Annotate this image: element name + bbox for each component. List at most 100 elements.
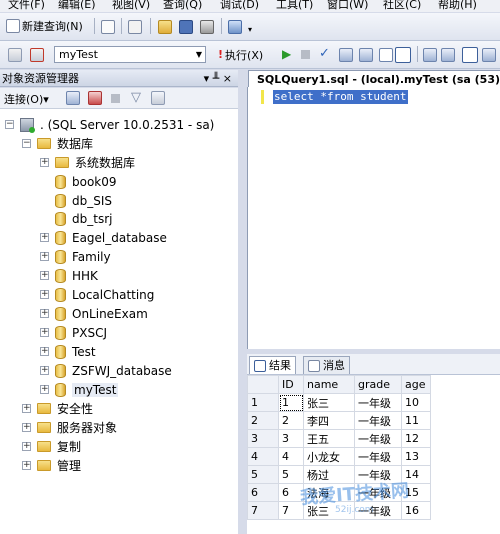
tree-node-replication[interactable]: + 复制 xyxy=(22,437,81,456)
table-row[interactable]: 1 1 张三 一年级 10 xyxy=(247,393,431,412)
tree-node-management[interactable]: + 管理 xyxy=(22,456,81,475)
collapse-icon[interactable]: − xyxy=(5,120,14,129)
expand-icon[interactable]: + xyxy=(22,442,31,451)
tab-sqlquery1[interactable]: SQLQuery1.sql - (local).myTest (sa (53))… xyxy=(248,70,500,88)
row-number[interactable]: 4 xyxy=(247,447,279,466)
row-number[interactable]: 6 xyxy=(247,483,279,502)
expand-icon[interactable]: + xyxy=(22,404,31,413)
connect-dropdown[interactable]: 连接(O)▾ xyxy=(4,91,49,107)
menu-tools[interactable]: 工具(T) xyxy=(276,0,313,12)
row-number[interactable]: 7 xyxy=(247,501,279,520)
activity-monitor-icon[interactable] xyxy=(228,20,242,34)
connect-icon[interactable] xyxy=(8,48,22,62)
cell-name[interactable]: 李四 xyxy=(303,411,355,430)
tree-node-database[interactable]: db_SIS xyxy=(55,191,112,210)
results-to-text-icon[interactable] xyxy=(395,47,411,63)
tree-node-database[interactable]: + LocalChatting xyxy=(40,285,154,304)
expand-icon[interactable]: + xyxy=(40,309,49,318)
column-header-age[interactable]: age xyxy=(401,375,431,394)
expand-icon[interactable]: + xyxy=(40,385,49,394)
menu-help[interactable]: 帮助(H) xyxy=(438,0,477,12)
include-plan-icon[interactable] xyxy=(462,47,478,63)
database-selector[interactable]: myTest ▼ xyxy=(54,46,206,63)
expand-icon[interactable]: + xyxy=(40,328,49,337)
new-query-button[interactable]: 新建查询(N) xyxy=(6,17,83,34)
table-row[interactable]: 4 4 小龙女 一年级 13 xyxy=(247,447,431,466)
expand-icon[interactable]: + xyxy=(22,461,31,470)
tree-node-database[interactable]: + OnLineExam xyxy=(40,304,148,323)
parse-checkmark-icon[interactable]: ✓ xyxy=(319,46,330,61)
debug-play-icon[interactable]: ▶ xyxy=(282,47,291,61)
stop-icon[interactable] xyxy=(301,50,310,59)
column-header-name[interactable]: name xyxy=(303,375,355,394)
tree-node-database[interactable]: + Test xyxy=(40,342,96,361)
save-icon[interactable] xyxy=(179,20,193,34)
row-number[interactable]: 3 xyxy=(247,429,279,448)
stop-icon[interactable] xyxy=(111,94,120,103)
row-number[interactable]: 5 xyxy=(247,465,279,484)
cell-age[interactable]: 16 xyxy=(401,501,431,520)
cell-name[interactable]: 张三 xyxy=(303,393,355,412)
tree-node-server-objects[interactable]: + 服务器对象 xyxy=(22,418,117,437)
cell-grade[interactable]: 一年级 xyxy=(354,411,402,430)
cell-id[interactable]: 3 xyxy=(278,429,304,448)
tree-node-database[interactable]: + Family xyxy=(40,247,111,266)
disconnect-icon[interactable] xyxy=(30,48,44,62)
code-line-selected[interactable]: select *from student xyxy=(273,90,409,104)
disconnect-explorer-icon[interactable] xyxy=(88,91,102,105)
expand-icon[interactable]: + xyxy=(40,158,49,167)
print-icon[interactable] xyxy=(200,20,214,34)
column-header-id[interactable]: ID xyxy=(278,375,304,394)
tree-node-database[interactable]: + Eagel_database xyxy=(40,228,167,247)
expand-icon[interactable]: + xyxy=(40,366,49,375)
cell-age[interactable]: 10 xyxy=(401,393,431,412)
menu-view[interactable]: 视图(V) xyxy=(112,0,150,12)
cell-age[interactable]: 13 xyxy=(401,447,431,466)
tree-node-server[interactable]: − . (SQL Server 10.0.2531 - sa) xyxy=(5,115,214,134)
open-folder-icon[interactable] xyxy=(158,20,172,34)
menu-edit[interactable]: 编辑(E) xyxy=(58,0,96,12)
table-row[interactable]: 3 3 王五 一年级 12 xyxy=(247,429,431,448)
collapse-icon[interactable]: − xyxy=(22,139,31,148)
expand-icon[interactable]: + xyxy=(40,290,49,299)
cell-grade[interactable]: 一年级 xyxy=(354,447,402,466)
filter-icon[interactable]: ▽ xyxy=(131,90,141,105)
cell-grade[interactable]: 一年级 xyxy=(354,393,402,412)
cell-id[interactable]: 5 xyxy=(278,465,304,484)
menu-query[interactable]: 查询(Q) xyxy=(163,0,202,12)
execute-button[interactable]: ! 执行(X) xyxy=(218,46,263,63)
column-header-grade[interactable]: grade xyxy=(354,375,402,394)
cell-name[interactable]: 小龙女 xyxy=(303,447,355,466)
query-plan-icon[interactable] xyxy=(339,48,353,62)
tree-node-database-selected[interactable]: + myTest xyxy=(40,380,119,399)
cell-age[interactable]: 11 xyxy=(401,411,431,430)
menu-debug[interactable]: 调试(D) xyxy=(220,0,259,12)
tree-node-database[interactable]: + ZSFWJ_database xyxy=(40,361,172,380)
row-number[interactable]: 1 xyxy=(247,393,279,412)
tab-results[interactable]: 结果 xyxy=(249,356,296,374)
toolbar-overflow-icon[interactable]: ▾ xyxy=(248,25,252,34)
tree-node-database[interactable]: book09 xyxy=(55,172,117,191)
tree-node-database[interactable]: + HHK xyxy=(40,266,98,285)
comment-icon[interactable] xyxy=(482,48,496,62)
expand-icon[interactable]: + xyxy=(40,347,49,356)
tab-messages[interactable]: 消息 xyxy=(303,356,350,374)
tree-node-system-databases[interactable]: + 系统数据库 xyxy=(40,153,135,172)
results-to-file-icon[interactable] xyxy=(441,48,455,62)
cell-grade[interactable]: 一年级 xyxy=(354,429,402,448)
cell-id[interactable]: 4 xyxy=(278,447,304,466)
row-number[interactable]: 2 xyxy=(247,411,279,430)
expand-icon[interactable]: + xyxy=(40,271,49,280)
table-row[interactable]: 2 2 李四 一年级 11 xyxy=(247,411,431,430)
cell-id[interactable]: 1 xyxy=(278,393,304,412)
tree-node-database[interactable]: + PXSCJ xyxy=(40,323,107,342)
cell-name[interactable]: 王五 xyxy=(303,429,355,448)
expand-icon[interactable]: + xyxy=(40,233,49,242)
expand-icon[interactable]: + xyxy=(40,252,49,261)
menu-community[interactable]: 社区(C) xyxy=(383,0,421,12)
intellisense-icon[interactable] xyxy=(379,48,393,62)
menu-file[interactable]: 文件(F) xyxy=(8,0,45,12)
database-engine-query-icon[interactable] xyxy=(101,20,115,34)
query-editor[interactable] xyxy=(247,87,500,349)
cell-id[interactable]: 2 xyxy=(278,411,304,430)
